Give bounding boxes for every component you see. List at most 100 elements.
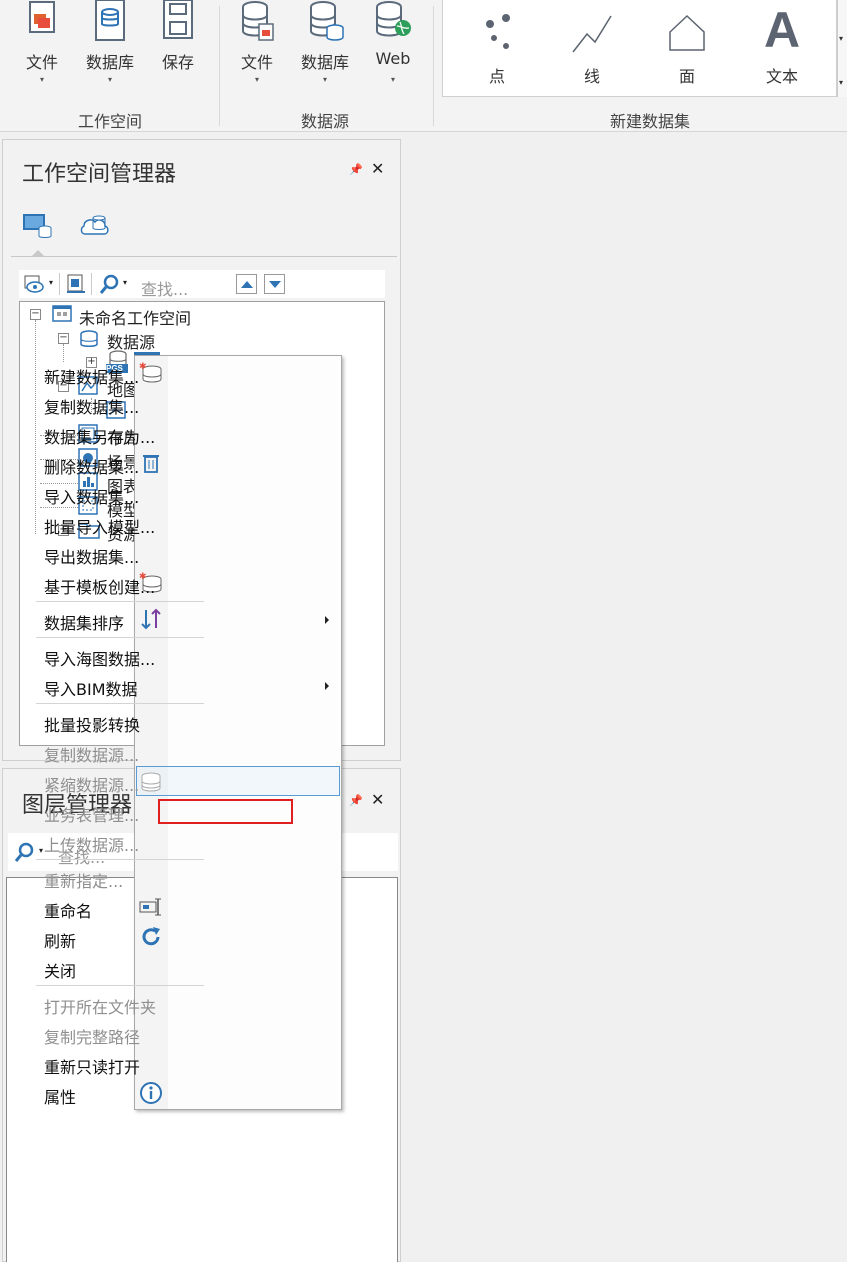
menu-item-create-from-template[interactable]: 基于模板创建... <box>44 574 155 598</box>
save-label: 保存 <box>161 53 194 72</box>
menu-item-reopen-readonly[interactable]: 重新只读打开 <box>44 1054 140 1078</box>
region-dataset-icon <box>669 14 705 51</box>
menu-item-rename[interactable]: 重命名 <box>44 898 92 922</box>
new-region-dataset-button[interactable]: 面 <box>642 0 732 96</box>
datasource-file-icon <box>242 1 274 41</box>
workspace-root-icon <box>52 305 72 322</box>
tab-pointer <box>31 250 45 257</box>
menu-item-delete-dataset[interactable]: 删除数据集... <box>44 454 139 478</box>
chevron-down-icon[interactable]: ▾ <box>39 846 43 855</box>
chevron-down-icon: ▾ <box>322 75 327 84</box>
menu-item-open-containing-folder[interactable]: 打开所在文件夹 <box>44 994 156 1018</box>
text-dataset-label: 文本 <box>765 67 798 86</box>
save-icon <box>163 0 193 39</box>
workspace-toolbar: ▾ ▾ 查找... <box>19 270 385 300</box>
pin-icon[interactable]: 📌 <box>349 163 363 176</box>
new-dataset-group-label: 新建数据集 <box>609 112 690 131</box>
menu-item-copy-dataset[interactable]: 复制数据集... <box>44 394 139 418</box>
submenu-arrow-icon <box>325 616 329 624</box>
menu-item-properties[interactable]: 属性 <box>44 1084 76 1108</box>
chevron-down-icon[interactable]: ▾ <box>123 278 127 287</box>
menu-item-copy-full-path[interactable]: 复制完整路径 <box>44 1024 140 1048</box>
close-icon[interactable]: ✕ <box>371 790 384 809</box>
visibility-icon[interactable] <box>23 274 47 294</box>
new-point-dataset-button[interactable]: 点 <box>452 0 542 96</box>
menu-item-save-dataset-as[interactable]: 数据集另存为... <box>44 424 155 448</box>
arrow-down-icon <box>269 281 281 288</box>
next-match-button[interactable] <box>264 274 285 294</box>
workspace-file-icon <box>29 1 55 33</box>
chevron-down-icon: ▾ <box>839 34 844 43</box>
ribbon: 文件 ▾ 数据库 ▾ 保存 工作空间 文件 ▾ 数据库 ▾ Web ▾ 数据源 … <box>0 0 847 132</box>
menu-separator <box>36 703 204 704</box>
chevron-down-icon: ▾ <box>107 75 112 84</box>
ribbon-separator <box>433 6 434 126</box>
menu-item-batch-projection[interactable]: 批量投影转换 <box>44 712 140 736</box>
search-icon[interactable] <box>99 273 121 295</box>
menu-item-import-chart-data[interactable]: 导入海图数据... <box>44 646 155 670</box>
menu-item-batch-import-models[interactable]: 批量导入模型... <box>44 514 155 538</box>
delete-icon <box>143 455 159 473</box>
new-line-dataset-button[interactable]: 线 <box>547 0 637 96</box>
collapse-toggle[interactable]: − <box>58 333 69 344</box>
datasource-web-label: Web <box>375 49 411 68</box>
search-icon[interactable] <box>14 841 36 863</box>
new-text-dataset-button[interactable]: A 文本 <box>737 0 827 96</box>
menu-item-business-table-management[interactable]: 业务表管理... <box>44 802 139 826</box>
new-dataset-icon: ✱ <box>139 362 162 383</box>
datasource-database-label: 数据库 <box>300 53 349 72</box>
line-dataset-icon <box>572 15 612 53</box>
arrow-up-icon <box>241 281 253 288</box>
menu-item-import-dataset[interactable]: 导入数据集... <box>44 484 139 508</box>
line-dataset-label: 线 <box>583 67 600 86</box>
previous-match-button[interactable] <box>236 274 257 294</box>
chevron-down-icon: ▾ <box>254 75 259 84</box>
tree-node-workspace[interactable]: 未命名工作空间 <box>79 305 191 329</box>
menu-item-copy-datasource[interactable]: 复制数据源... <box>44 742 139 766</box>
menu-item-reassign[interactable]: 重新指定... <box>44 868 123 892</box>
ribbon-separator <box>219 6 220 126</box>
chevron-down-icon: ▾ <box>39 75 44 84</box>
menu-separator <box>36 859 204 860</box>
datasource-folder-icon <box>80 330 98 347</box>
datasource-web-icon <box>376 1 411 37</box>
new-dataset-gallery: 点 线 面 A 文本 <box>442 0 837 97</box>
workspace-database-icon <box>95 0 125 41</box>
gallery-scroll[interactable]: ▾ ▾ <box>837 0 847 97</box>
annotation-highlight-box <box>158 799 293 824</box>
chevron-down-icon[interactable]: ▾ <box>49 278 53 287</box>
collapse-toggle[interactable]: − <box>30 309 41 320</box>
region-dataset-label: 面 <box>678 67 695 86</box>
refresh-icon <box>142 927 160 946</box>
tree-line <box>35 320 36 534</box>
menu-item-new-dataset[interactable]: 新建数据集... <box>44 364 139 388</box>
rename-icon <box>139 898 161 916</box>
datasource-context-menu <box>134 355 342 1110</box>
close-icon[interactable]: ✕ <box>371 159 384 178</box>
menu-item-export-dataset[interactable]: 导出数据集... <box>44 544 139 568</box>
pin-icon[interactable]: 📌 <box>349 794 363 807</box>
menu-item-close[interactable]: 关闭 <box>44 958 76 982</box>
menu-item-upload-datasource[interactable]: 上传数据源... <box>44 832 139 856</box>
menu-item-import-bim-data[interactable]: 导入BIM数据 <box>44 676 138 700</box>
menu-item-compact-datasource[interactable]: 紧缩数据源... <box>44 772 139 796</box>
datasource-file-label: 文件 <box>240 53 273 72</box>
locate-icon[interactable] <box>65 273 87 295</box>
workspace-file-label: 文件 <box>25 53 58 72</box>
workspace-group-label: 工作空间 <box>77 112 142 131</box>
hovered-menu-item-highlight <box>136 766 340 796</box>
chevron-down-icon: ▾ <box>390 75 395 84</box>
menu-item-sort-datasets[interactable]: 数据集排序 <box>44 610 124 634</box>
tab-divider <box>11 256 397 257</box>
cloud-database-tab-icon[interactable] <box>79 210 113 238</box>
workspace-tab-icon[interactable] <box>21 210 53 240</box>
menu-separator <box>36 637 204 638</box>
datasource-database-icon <box>310 1 344 41</box>
sort-icon <box>141 608 161 630</box>
submenu-arrow-icon <box>325 682 329 690</box>
menu-item-refresh[interactable]: 刷新 <box>44 928 76 952</box>
menu-separator <box>36 985 204 986</box>
expand-gallery-icon: ▾ <box>839 78 844 87</box>
tree-line <box>63 344 64 362</box>
workspace-search-input[interactable]: 查找... <box>141 276 188 300</box>
